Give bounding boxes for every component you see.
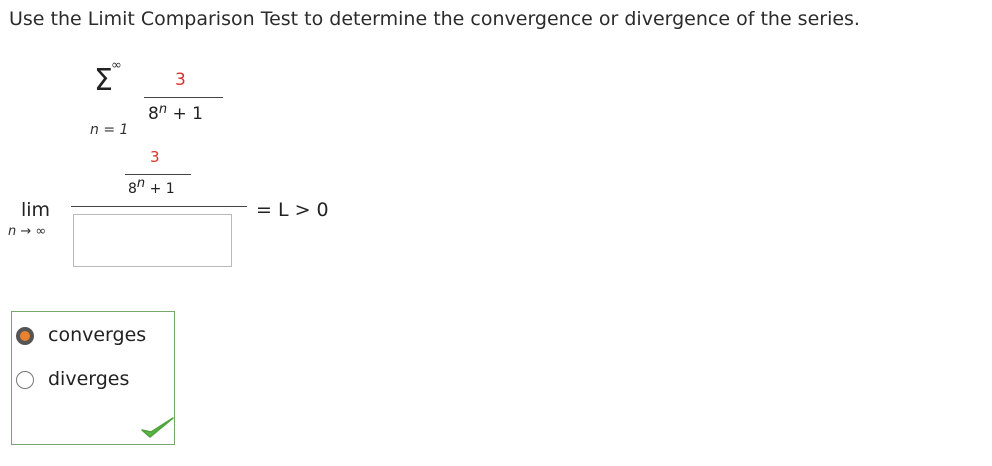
radio-diverges[interactable] [16,371,34,389]
sum-lower-limit: n = 1 [90,122,128,138]
limit-inner-fraction-bar [125,174,191,175]
series-denominator-base: 8 [148,104,159,124]
series-denominator-tail: + 1 [167,104,203,124]
limit-subscript: n → ∞ [8,224,47,239]
check-icon [140,416,176,446]
question-text: Use the Limit Comparison Test to determi… [9,8,860,30]
choice-label-converges[interactable]: converges [48,324,146,346]
series-fraction-bar [144,97,223,98]
limit-inner-numerator: 3 [150,148,160,166]
limit-inner-denominator-tail: + 1 [145,181,175,197]
limit-inner-denominator: 8n + 1 [128,176,175,197]
limit-denominator-input[interactable] [73,214,232,267]
series-denominator: 8n + 1 [148,102,203,124]
series-denominator-exponent: n [158,102,168,117]
sigma-symbol: Σ [94,63,113,98]
limit-result-text: = L > 0 [256,199,329,221]
limit-inner-denominator-exponent: n [136,176,146,191]
choice-label-diverges[interactable]: diverges [48,368,129,390]
sum-lower-limit-text: n = 1 [90,122,129,138]
limit-label: lim [21,199,51,221]
limit-fraction-bar [71,206,247,207]
radio-converges[interactable] [16,327,34,345]
series-numerator: 3 [175,70,186,90]
limit-inner-denominator-base: 8 [128,181,137,197]
limit-result: = L > 0 [256,199,329,221]
